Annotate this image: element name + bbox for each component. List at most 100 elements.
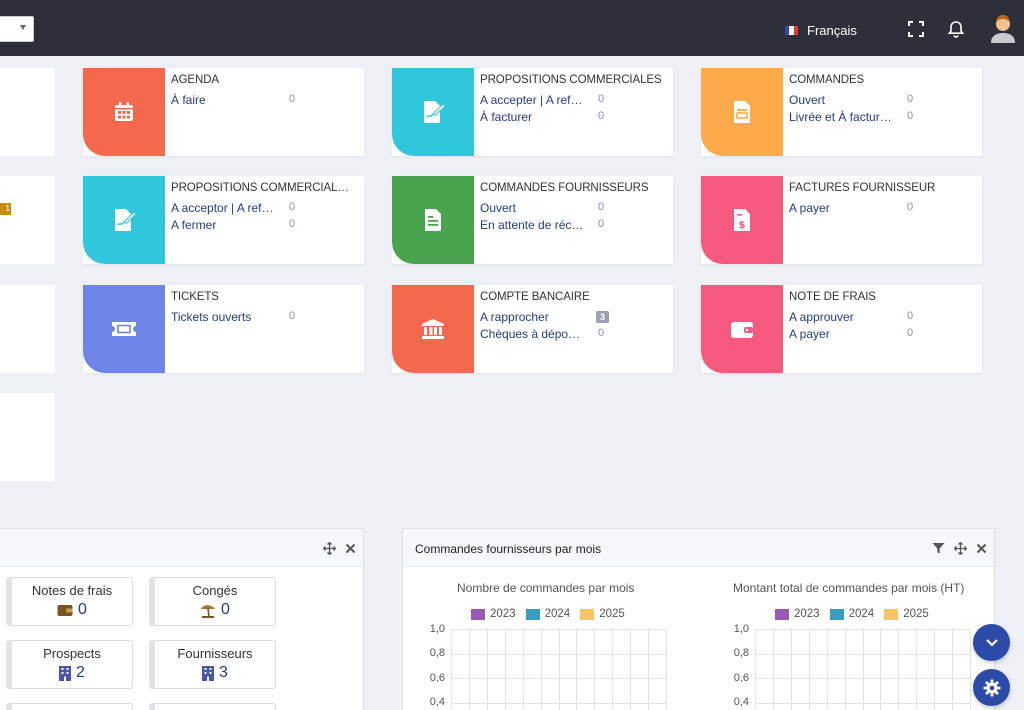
widget-row[interactable]: À faire 0 — [171, 93, 351, 109]
widget-row[interactable]: A rapprocher 3 — [480, 310, 660, 326]
widget-row-label[interactable]: Chèques à dépo… — [480, 327, 580, 341]
chart-title: Nombre de commandes par mois — [457, 581, 635, 595]
legend-swatch — [775, 608, 789, 620]
chevron-down-icon — [985, 638, 998, 647]
widget-row[interactable]: En attente de réc… 0 — [480, 218, 660, 234]
ticket-icon — [112, 322, 136, 336]
widget-row-label[interactable]: A rapprocher — [480, 310, 549, 324]
stat-label: Notes de frais — [31, 583, 113, 598]
close-icon[interactable] — [344, 542, 357, 555]
legend-swatch — [471, 608, 485, 620]
widget-commandes[interactable]: COMMANDES Ouvert 0 Livrée et À factur… 0 — [701, 68, 982, 156]
widget-row-label[interactable]: En attente de réc… — [480, 218, 583, 232]
widget-factures-fournisseur[interactable]: $ FACTURES FOURNISSEUR A payer 0 — [701, 176, 982, 264]
legend-label: 2023 — [794, 608, 820, 620]
wallet-icon — [731, 322, 753, 338]
widget-tile — [701, 68, 783, 156]
y-tick-label: 0,6 — [429, 672, 445, 684]
bell-icon[interactable] — [947, 20, 965, 38]
widget-row[interactable]: A fermer 0 — [171, 218, 351, 234]
widget-row-label[interactable]: A payer — [789, 327, 830, 341]
scroll-down-button[interactable] — [973, 624, 1010, 661]
stat-box-notes-de-frais[interactable]: Notes de frais 0 — [6, 577, 133, 626]
widget-row[interactable]: Tickets ouverts 0 — [171, 310, 351, 326]
move-icon[interactable] — [323, 542, 336, 555]
widget-row-count: 0 — [907, 110, 914, 122]
y-tick-label: 0,4 — [733, 696, 749, 708]
widget-propositions-commerciales[interactable]: PROPOSITIONS COMMERCIALES A accepter | A… — [392, 68, 673, 156]
chart-panel: Commandes fournisseurs par mois Nombre d… — [402, 528, 995, 710]
settings-button[interactable] — [973, 669, 1010, 706]
legend-item[interactable]: 2024 — [525, 608, 570, 620]
widget-row-label[interactable]: À faire — [171, 93, 206, 107]
widget-title: FACTURES FOURNISSEUR — [789, 182, 936, 194]
cut-off-widget — [0, 285, 55, 373]
widget-row[interactable]: Ouvert 0 — [789, 93, 969, 109]
legend-item[interactable]: 2025 — [884, 608, 929, 620]
widget-row-count: 0 — [907, 327, 914, 339]
widget-title: AGENDA — [171, 74, 219, 86]
legend-item[interactable]: 2024 — [829, 608, 875, 620]
widget-note-de-frais[interactable]: NOTE DE FRAIS A approuver 0 A payer 0 — [701, 285, 982, 373]
widget-row-label[interactable]: A acceptor | A ref… — [171, 201, 274, 215]
widget-row[interactable]: Livrée et À factur… 0 — [789, 110, 969, 126]
widget-row[interactable]: A payer 0 — [789, 201, 969, 217]
legend-item[interactable]: 2023 — [775, 608, 820, 620]
y-tick-label: 0,8 — [733, 647, 749, 659]
widget-propositions-fournisseurs[interactable]: PROPOSITIONS COMMERCIALE… A acceptor | A… — [83, 176, 364, 264]
user-avatar[interactable] — [989, 13, 1017, 43]
cut-off-widget — [0, 393, 55, 481]
panel-title: Commandes fournisseurs par mois — [415, 542, 602, 556]
gear-icon — [983, 679, 1000, 696]
widget-row[interactable]: A accepter | A ref… 0 — [480, 93, 660, 109]
entity-select[interactable] — [0, 16, 34, 42]
widget-row-count: 0 — [598, 110, 605, 122]
stat-box[interactable] — [149, 703, 276, 710]
widget-row-label[interactable]: A approuver — [789, 310, 854, 324]
widget-row[interactable]: A payer 0 — [789, 327, 969, 343]
supplier-order-icon — [425, 209, 441, 231]
fullscreen-icon[interactable] — [907, 20, 925, 38]
widget-row-label[interactable]: Ouvert — [480, 201, 516, 215]
widget-row-label[interactable]: A fermer — [171, 218, 216, 232]
widget-row-label[interactable]: À facturer — [480, 110, 532, 124]
widget-row[interactable]: Chèques à dépo… 0 — [480, 327, 660, 343]
widget-tickets[interactable]: TICKETS Tickets ouverts 0 — [83, 285, 364, 373]
widget-title: COMMANDES FOURNISSEURS — [480, 182, 649, 194]
widget-row[interactable]: À facturer 0 — [480, 110, 660, 126]
legend-item[interactable]: 2023 — [471, 608, 516, 620]
legend-item[interactable]: 2025 — [580, 608, 625, 620]
widget-row[interactable]: Ouvert 0 — [480, 201, 660, 217]
legend-label: 2024 — [848, 608, 875, 620]
widget-compte-bancaire[interactable]: COMPTE BANCAIRE A rapprocher 3 Chèques à… — [392, 285, 673, 373]
stat-box-prospects[interactable]: Prospects 2 — [6, 640, 133, 689]
signature-doc-icon — [424, 101, 446, 123]
widget-title: COMPTE BANCAIRE — [480, 291, 590, 303]
widget-row-label[interactable]: A accepter | A ref… — [480, 93, 583, 107]
stat-box-fournisseurs[interactable]: Fournisseurs 3 — [149, 640, 276, 689]
filter-icon[interactable] — [932, 542, 945, 555]
close-icon[interactable] — [975, 542, 988, 555]
widget-row-label[interactable]: Ouvert — [789, 93, 825, 107]
widget-title: NOTE DE FRAIS — [789, 291, 876, 303]
move-icon[interactable] — [954, 542, 967, 555]
widget-commandes-fournisseurs[interactable]: COMMANDES FOURNISSEURS Ouvert 0 En atten… — [392, 176, 673, 264]
legend-label: 2023 — [490, 608, 516, 620]
panel-header: Commandes fournisseurs par mois — [403, 529, 994, 567]
stat-box[interactable] — [6, 703, 133, 710]
stat-box-conges[interactable]: Congés 0 — [149, 577, 276, 626]
widget-row-count: 0 — [598, 201, 605, 213]
widget-title: PROPOSITIONS COMMERCIALES — [480, 74, 662, 86]
widget-row-label[interactable]: Tickets ouverts — [171, 310, 251, 324]
widget-tile — [83, 68, 165, 156]
widget-agenda[interactable]: AGENDA À faire 0 — [83, 68, 364, 156]
language-selector[interactable]: Français — [785, 22, 857, 38]
count-badge: 1 — [0, 203, 11, 215]
widget-row-label[interactable]: Livrée et À factur… — [789, 110, 892, 124]
stat-value: 3 — [219, 664, 228, 681]
widget-row-label[interactable]: A payer — [789, 201, 830, 215]
widget-row[interactable]: A acceptor | A ref… 0 — [171, 201, 351, 217]
widget-row[interactable]: A approuver 0 — [789, 310, 969, 326]
panel-header — [0, 529, 363, 567]
order-doc-icon — [734, 101, 750, 123]
